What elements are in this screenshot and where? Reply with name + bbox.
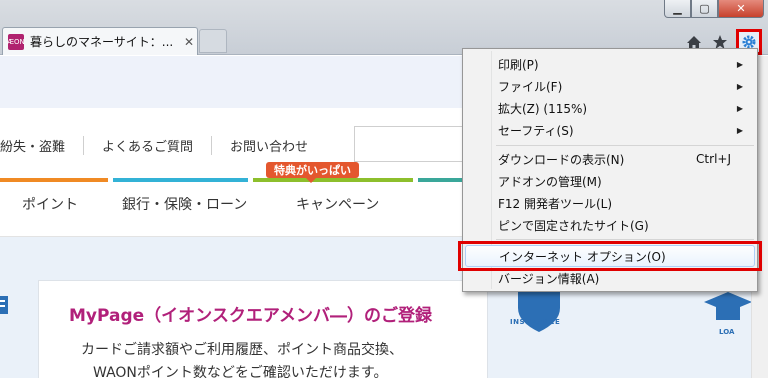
promo-badge: 特典がいっぱい (266, 162, 359, 183)
menu-separator (496, 239, 754, 240)
menu-item-pinned-sites[interactable]: ピンで固定されたサイト(G) (465, 214, 755, 236)
tab-title: 暮らしのマネーサイト：... (30, 35, 174, 49)
menu-item-manage-addons[interactable]: アドオンの管理(M) (465, 170, 755, 192)
util-link-lost-stolen[interactable]: 紛失・盗難 (0, 135, 85, 155)
menu-item-file[interactable]: ファイル(F) ▶ (465, 75, 755, 97)
loan-label: LOA (719, 328, 735, 336)
category-bar-points (0, 178, 108, 182)
browser-tab[interactable]: ÆON 暮らしのマネーサイト：... ✕ (2, 27, 198, 55)
new-tab-button[interactable] (199, 29, 227, 53)
menu-item-f12-devtools[interactable]: F12 開発者ツール(L) (465, 192, 755, 214)
card-description-line2: WAONポイント数などをご確認いただけます。 (93, 365, 388, 378)
browser-chrome: ▁ ▢ ✕ ÆON 暮らしのマネーサイト：... ✕ (0, 0, 768, 55)
menu-item-print[interactable]: 印刷(P) ▶ (465, 53, 755, 75)
submenu-arrow-icon: ▶ (736, 59, 743, 69)
highlight-annotation-box (458, 241, 762, 271)
util-link-contact[interactable]: お問い合わせ (212, 136, 326, 155)
submenu-arrow-icon: ▶ (736, 125, 743, 135)
loan-graduation-icon[interactable] (704, 292, 752, 322)
minimize-button[interactable]: ▁ (664, 0, 691, 18)
menu-item-view-downloads[interactable]: ダウンロードの表示(N) Ctrl+J (465, 148, 755, 170)
submenu-arrow-icon: ▶ (736, 103, 743, 113)
submenu-arrow-icon: ▶ (736, 81, 743, 91)
nav-item-points[interactable]: ポイント (22, 194, 78, 214)
window-controls: ▁ ▢ ✕ (664, 0, 764, 20)
close-window-button[interactable]: ✕ (718, 0, 764, 18)
mypage-registration-card[interactable]: MyPage（イオンスクエアメンバ―）のご登録 カードご請求額やご利用履歴、ポイ… (38, 280, 488, 378)
card-title: MyPage（イオンスクエアメンバ―）のご登録 (69, 306, 432, 326)
partial-category-icon (0, 296, 8, 314)
menu-item-safety[interactable]: セーフティ(S) ▶ (465, 119, 755, 141)
tab-close-icon[interactable]: ✕ (184, 35, 194, 49)
category-bar-campaign (253, 178, 413, 182)
menu-item-zoom[interactable]: 拡大(Z) (115%) ▶ (465, 97, 755, 119)
nav-item-campaign[interactable]: キャンペーン (296, 194, 379, 214)
insurance-label: INSURANCE (510, 318, 561, 326)
site-favicon-icon: ÆON (7, 33, 25, 50)
card-description-line1: カードご請求額やご利用履歴、ポイント商品交換、 (81, 342, 403, 358)
menu-separator (496, 145, 754, 146)
shortcut-label: Ctrl+J (696, 152, 731, 166)
category-bar-bank (113, 178, 248, 182)
utility-nav: 紛失・盗難 よくあるご質問 お問い合わせ (0, 130, 326, 160)
maximize-button[interactable]: ▢ (691, 0, 718, 18)
nav-item-bank-insurance-loan[interactable]: 銀行・保険・ローン (122, 194, 247, 214)
util-link-faq[interactable]: よくあるご質問 (84, 135, 213, 155)
